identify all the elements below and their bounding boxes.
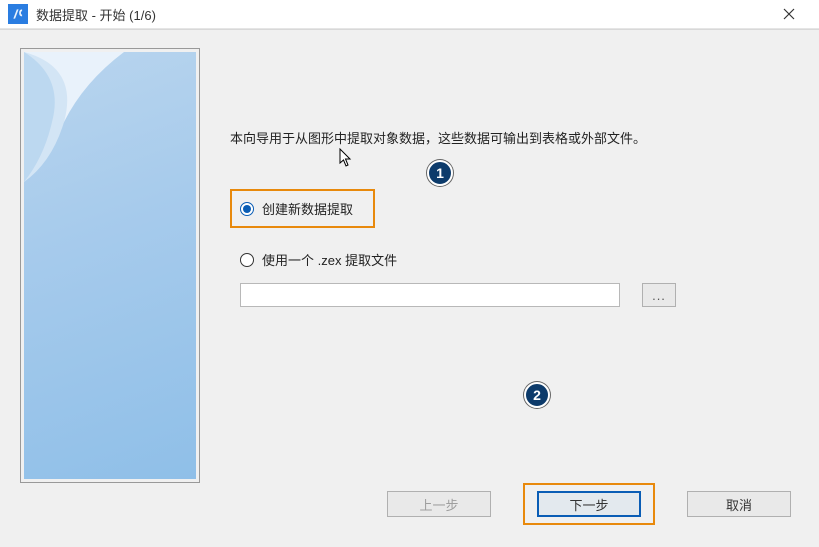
next-button-highlight: 下一步 — [523, 483, 655, 525]
next-button[interactable]: 下一步 — [537, 491, 641, 517]
radio-use-existing-label: 使用一个 .zex 提取文件 — [262, 250, 397, 269]
window-title: 数据提取 - 开始 (1/6) — [36, 5, 769, 24]
wizard-window: 数据提取 - 开始 (1/6) 本向导用于从图形中提取对象数据，这些数据可输出到… — [0, 0, 819, 530]
prev-button: 上一步 — [387, 491, 491, 517]
option-use-existing-row: 使用一个 .zex 提取文件 — [240, 250, 789, 269]
page-curl-icon — [24, 52, 124, 182]
app-icon — [8, 4, 28, 24]
radio-use-existing[interactable] — [240, 253, 254, 267]
body: 本向导用于从图形中提取对象数据，这些数据可输出到表格或外部文件。 创建新数据提取… — [0, 29, 819, 547]
radio-create-new[interactable] — [240, 202, 254, 216]
browse-button-label: ... — [652, 288, 666, 303]
main-row: 本向导用于从图形中提取对象数据，这些数据可输出到表格或外部文件。 创建新数据提取… — [0, 30, 819, 483]
close-icon — [783, 8, 795, 20]
file-path-input[interactable] — [240, 283, 620, 307]
cancel-button[interactable]: 取消 — [687, 491, 791, 517]
titlebar: 数据提取 - 开始 (1/6) — [0, 0, 819, 29]
cancel-button-label: 取消 — [726, 495, 752, 514]
option-create-new-highlight: 创建新数据提取 — [230, 189, 375, 228]
prev-button-label: 上一步 — [419, 495, 458, 514]
radio-create-new-label: 创建新数据提取 — [262, 199, 353, 218]
browse-button[interactable]: ... — [642, 283, 676, 307]
content-panel: 本向导用于从图形中提取对象数据，这些数据可输出到表格或外部文件。 创建新数据提取… — [212, 30, 819, 483]
wizard-side-graphic — [20, 48, 200, 483]
next-button-label: 下一步 — [569, 495, 608, 514]
intro-text: 本向导用于从图形中提取对象数据，这些数据可输出到表格或外部文件。 — [230, 128, 789, 147]
button-row: 上一步 下一步 取消 — [0, 483, 819, 547]
annotation-callout-2: 2 — [524, 382, 550, 408]
close-button[interactable] — [769, 0, 809, 28]
annotation-callout-1: 1 — [427, 160, 453, 186]
file-row: ... — [240, 283, 789, 307]
